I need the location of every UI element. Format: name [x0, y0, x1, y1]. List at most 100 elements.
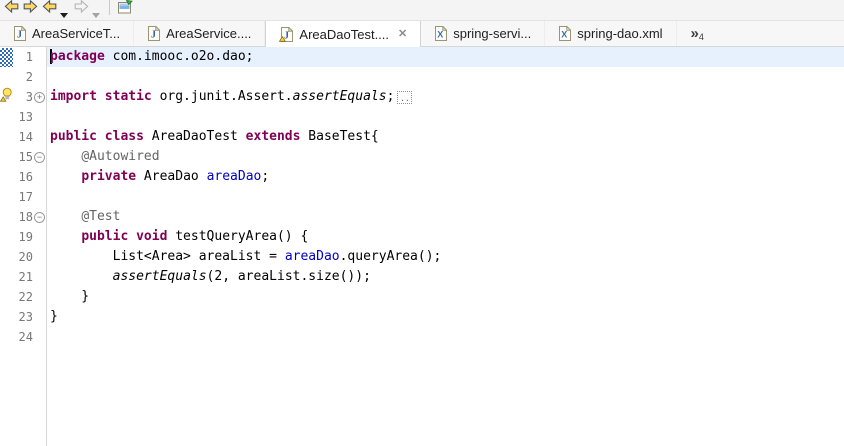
line-number: 16	[18, 170, 33, 184]
code-text[interactable]	[47, 347, 844, 446]
token-pl: ;	[261, 169, 270, 184]
annotation-ruler	[0, 67, 15, 87]
code-line-13: 13	[0, 107, 844, 127]
java-file-icon: J	[147, 26, 161, 41]
fold-expand-icon[interactable]: +	[34, 91, 45, 103]
code-line-1: 1 package com.imooc.o2o.dao;	[0, 47, 844, 67]
line-number: 22	[18, 290, 33, 304]
eclipse-ide-window: J AreaServiceT... J AreaService.... J AreaDao…	[0, 0, 844, 446]
code-editor[interactable]: 1 package com.imooc.o2o.dao; 2 3 + import sta…	[0, 47, 844, 446]
fold-collapse-icon[interactable]: −	[34, 151, 45, 163]
svg-text:X: X	[437, 30, 443, 40]
tab-label: AreaServiceT...	[32, 26, 121, 41]
code-line-2: 2	[0, 67, 844, 87]
tab-close-icon[interactable]: ✕	[398, 28, 407, 40]
token-ann: @Test	[81, 209, 121, 224]
editor-tab-areaservice[interactable]: J AreaService....	[134, 21, 266, 46]
annotation-ruler	[0, 347, 15, 446]
editor-tab-areadaotest[interactable]: J AreaDaoTest.... ✕	[265, 21, 422, 47]
annotation-ruler	[0, 47, 15, 67]
code-text[interactable]: public class AreaDaoTest extends BaseTes…	[47, 127, 844, 147]
line-number: 24	[18, 330, 33, 344]
fold-ruler	[33, 187, 47, 207]
annotation-ruler	[0, 127, 15, 147]
chevron-double-icon: »	[690, 25, 699, 42]
svg-text:X: X	[561, 30, 567, 40]
annotation-ruler	[0, 207, 15, 227]
fold-collapse-icon[interactable]: −	[34, 211, 45, 223]
code-text[interactable]	[47, 107, 844, 127]
fold-ruler	[33, 267, 47, 287]
editor-window-icon	[117, 0, 133, 20]
code-text[interactable]: }	[47, 307, 844, 327]
token-static: assertEquals	[292, 89, 387, 104]
line-number: 2	[25, 70, 33, 84]
token-field: areaDao	[206, 169, 262, 184]
fold-ruler	[33, 127, 47, 147]
line-number: 17	[18, 190, 33, 204]
editor-tab-spring-servi[interactable]: Xspring-servi...	[421, 21, 546, 46]
annotation-ruler	[0, 267, 15, 287]
editor-tab-spring-daoxml[interactable]: Xspring-dao.xml	[545, 21, 677, 46]
code-text[interactable]: import static org.junit.Assert.assertEqu…	[47, 87, 844, 107]
range-indicator	[0, 48, 13, 67]
line-number: 14	[18, 130, 33, 144]
tab-overflow-chevron[interactable]: » 4	[691, 21, 704, 46]
back-history-button[interactable]	[40, 0, 59, 18]
code-text[interactable]	[47, 187, 844, 207]
code-text[interactable]: @Test	[47, 207, 844, 227]
code-text[interactable]: }	[47, 287, 844, 307]
token-pl: (2, areaList.size());	[206, 269, 371, 284]
code-text[interactable]: package com.imooc.o2o.dao;	[47, 47, 844, 67]
hidden-tab-count: 4	[698, 32, 704, 42]
code-line-18: 18− @Test	[0, 207, 844, 227]
fold-ruler	[33, 47, 47, 67]
code-text[interactable]: private AreaDao areaDao;	[47, 167, 844, 187]
nav-forward-button[interactable]	[21, 0, 40, 18]
token-pl: ;	[386, 89, 395, 104]
code-text[interactable]	[47, 67, 844, 87]
annotation-ruler	[0, 187, 15, 207]
fold-ruler: −	[33, 207, 47, 227]
line-number: 23	[18, 310, 33, 324]
editor-tab-areaservicet[interactable]: J AreaServiceT...	[0, 21, 135, 46]
code-text[interactable]	[47, 327, 844, 347]
code-line-16: 16 private AreaDao areaDao;	[0, 167, 844, 187]
annotation-ruler	[0, 107, 15, 127]
token-kw: extends	[245, 129, 301, 144]
line-number: 3	[25, 90, 33, 104]
token-kw: public class	[50, 129, 144, 144]
code-line-17: 17	[0, 187, 844, 207]
editor-empty-area[interactable]	[0, 347, 844, 446]
back-history-button-dropdown[interactable]	[60, 0, 69, 23]
tab-label: AreaService....	[166, 26, 252, 41]
forward-history-button[interactable]	[72, 0, 91, 18]
fold-ruler: +	[33, 87, 47, 107]
code-line-23: 23}	[0, 307, 844, 327]
line-number-ruler	[15, 347, 33, 446]
annotation-ruler	[0, 167, 15, 187]
nav-back-button[interactable]	[2, 0, 21, 18]
annotation-ruler	[0, 87, 15, 107]
token-pl: AreaDao	[136, 169, 207, 184]
code-line-19: 19 public void testQueryArea() {	[0, 227, 844, 247]
arrow-left-yellow-icon	[4, 0, 19, 19]
arrow-left-yellow-icon	[42, 0, 57, 19]
code-text[interactable]: @Autowired	[47, 147, 844, 167]
code-text[interactable]: assertEquals(2, areaList.size());	[47, 267, 844, 287]
token-pl: AreaDaoTest	[143, 129, 246, 144]
code-line-3: 3 + import static org.junit.Assert.assertE…	[0, 87, 844, 107]
forward-history-button-dropdown	[92, 0, 101, 23]
code-text[interactable]: List<Area> areaList = areaDao.queryArea(…	[47, 247, 844, 267]
code-text[interactable]: public void testQueryArea() {	[47, 227, 844, 247]
token-pl: testQueryArea() {	[167, 229, 309, 244]
editor-tab-bar: J AreaServiceT... J AreaService.... J AreaDao…	[0, 21, 844, 47]
code-line-15: 15− @Autowired	[0, 147, 844, 167]
token-field: areaDao	[284, 249, 340, 264]
collapsed-region-box[interactable]: ..	[397, 91, 413, 104]
editor-window-button[interactable]	[115, 0, 135, 18]
warning-bulb-icon[interactable]	[0, 87, 14, 106]
